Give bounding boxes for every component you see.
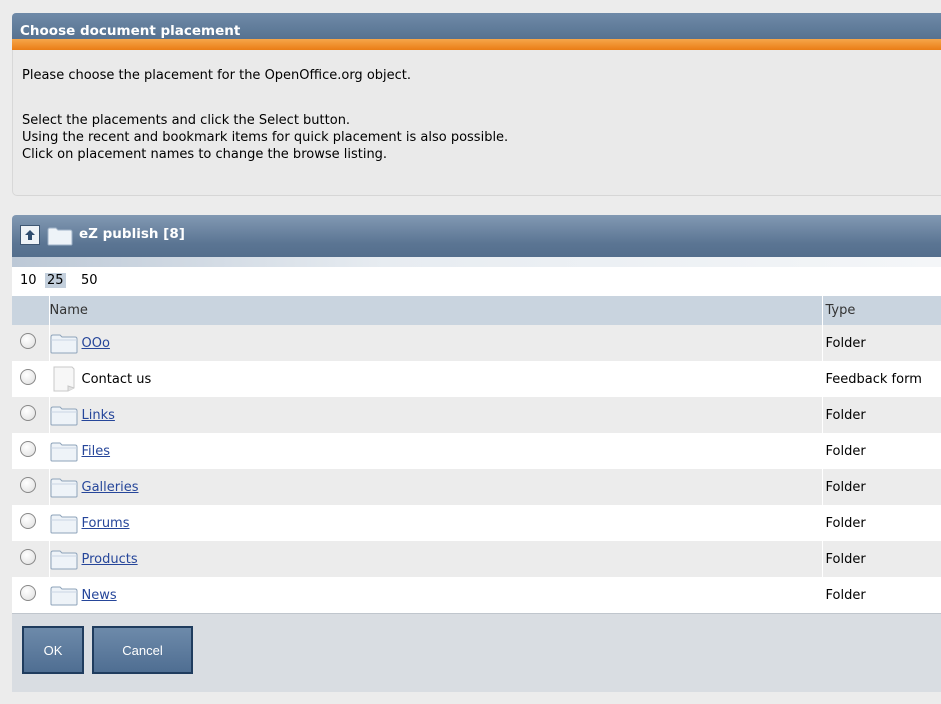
select-column-header <box>12 296 50 325</box>
page-limit-switcher: 10 25 50 <box>12 267 941 296</box>
node-link[interactable]: OOo <box>82 336 110 351</box>
type-cell: Folder <box>822 469 941 505</box>
name-cell: Contact us <box>49 361 823 397</box>
intro-line-4: Click on placement names to change the b… <box>22 147 388 162</box>
node-name: Contact us <box>81 371 152 387</box>
row-radio[interactable] <box>20 441 36 457</box>
dialog-title: Choose document placement <box>20 23 241 39</box>
dialog-footer: OK Cancel <box>12 613 941 692</box>
select-cell <box>12 541 50 577</box>
folder-icon <box>50 512 78 534</box>
select-cell <box>12 397 50 433</box>
dialog-header: Choose document placement <box>12 13 941 50</box>
intro-box: Please choose the placement for the Open… <box>12 50 941 196</box>
name-column-header: Name <box>49 296 823 325</box>
select-cell <box>12 469 50 505</box>
node-link[interactable]: Products <box>82 552 138 567</box>
table-row: Products Folder <box>12 541 941 577</box>
intro-line-1: Please choose the placement for the Open… <box>22 68 412 83</box>
name-cell: News <box>49 577 823 613</box>
ok-button[interactable]: OK <box>22 626 84 674</box>
folder-icon <box>50 584 78 606</box>
type-cell: Folder <box>822 397 941 433</box>
browse-location-title: eZ publish [8] <box>79 226 185 242</box>
limit-50[interactable]: 50 <box>79 273 100 288</box>
select-cell <box>12 433 50 469</box>
intro-line-3: Using the recent and bookmark items for … <box>22 130 509 145</box>
placement-dialog: Choose document placement Please choose … <box>12 13 941 692</box>
node-link[interactable]: News <box>82 588 117 603</box>
select-cell <box>12 577 50 613</box>
table-row: Links Folder <box>12 397 941 433</box>
document-icon <box>50 366 78 392</box>
table-row: Galleries Folder <box>12 469 941 505</box>
name-cell: Files <box>49 433 823 469</box>
table-row: OOo Folder <box>12 325 941 361</box>
row-radio[interactable] <box>20 369 36 385</box>
row-radio[interactable] <box>20 477 36 493</box>
name-cell: Products <box>49 541 823 577</box>
name-cell: Forums <box>49 505 823 541</box>
node-link[interactable]: Galleries <box>82 480 139 495</box>
cancel-button[interactable]: Cancel <box>92 626 193 674</box>
folder-icon <box>47 226 73 250</box>
folder-icon <box>50 476 78 498</box>
node-link[interactable]: Files <box>82 444 111 459</box>
row-radio[interactable] <box>20 513 36 529</box>
up-arrow-icon[interactable] <box>20 225 40 245</box>
table-row: Files Folder <box>12 433 941 469</box>
type-column-header: Type <box>822 296 941 325</box>
name-cell: Links <box>49 397 823 433</box>
row-radio[interactable] <box>20 333 36 349</box>
select-cell <box>12 505 50 541</box>
select-cell <box>12 361 50 397</box>
browse-list: 10 25 50 Name Type OOo Folder Contact us Fe… <box>12 267 941 613</box>
type-cell: Folder <box>822 325 941 361</box>
table-row: News Folder <box>12 577 941 613</box>
folder-icon <box>50 548 78 570</box>
node-link[interactable]: Links <box>82 408 115 423</box>
type-cell: Feedback form <box>822 361 941 397</box>
type-cell: Folder <box>822 577 941 613</box>
type-cell: Folder <box>822 541 941 577</box>
browse-header: eZ publish [8] <box>12 215 941 267</box>
table-row: Forums Folder <box>12 505 941 541</box>
select-cell <box>12 325 50 361</box>
row-radio[interactable] <box>20 549 36 565</box>
folder-icon <box>50 440 78 462</box>
table-row: Contact us Feedback form <box>12 361 941 397</box>
folder-icon <box>50 332 78 354</box>
intro-line-2: Select the placements and click the Sele… <box>22 113 351 128</box>
limit-25[interactable]: 25 <box>45 273 66 288</box>
limit-10[interactable]: 10 <box>18 273 39 288</box>
name-cell: Galleries <box>49 469 823 505</box>
node-link[interactable]: Forums <box>82 516 130 531</box>
type-cell: Folder <box>822 433 941 469</box>
name-cell: OOo <box>49 325 823 361</box>
row-radio[interactable] <box>20 585 36 601</box>
folder-icon <box>50 404 78 426</box>
type-cell: Folder <box>822 505 941 541</box>
node-table: Name Type OOo Folder Contact us Feedback fo… <box>12 296 941 613</box>
row-radio[interactable] <box>20 405 36 421</box>
